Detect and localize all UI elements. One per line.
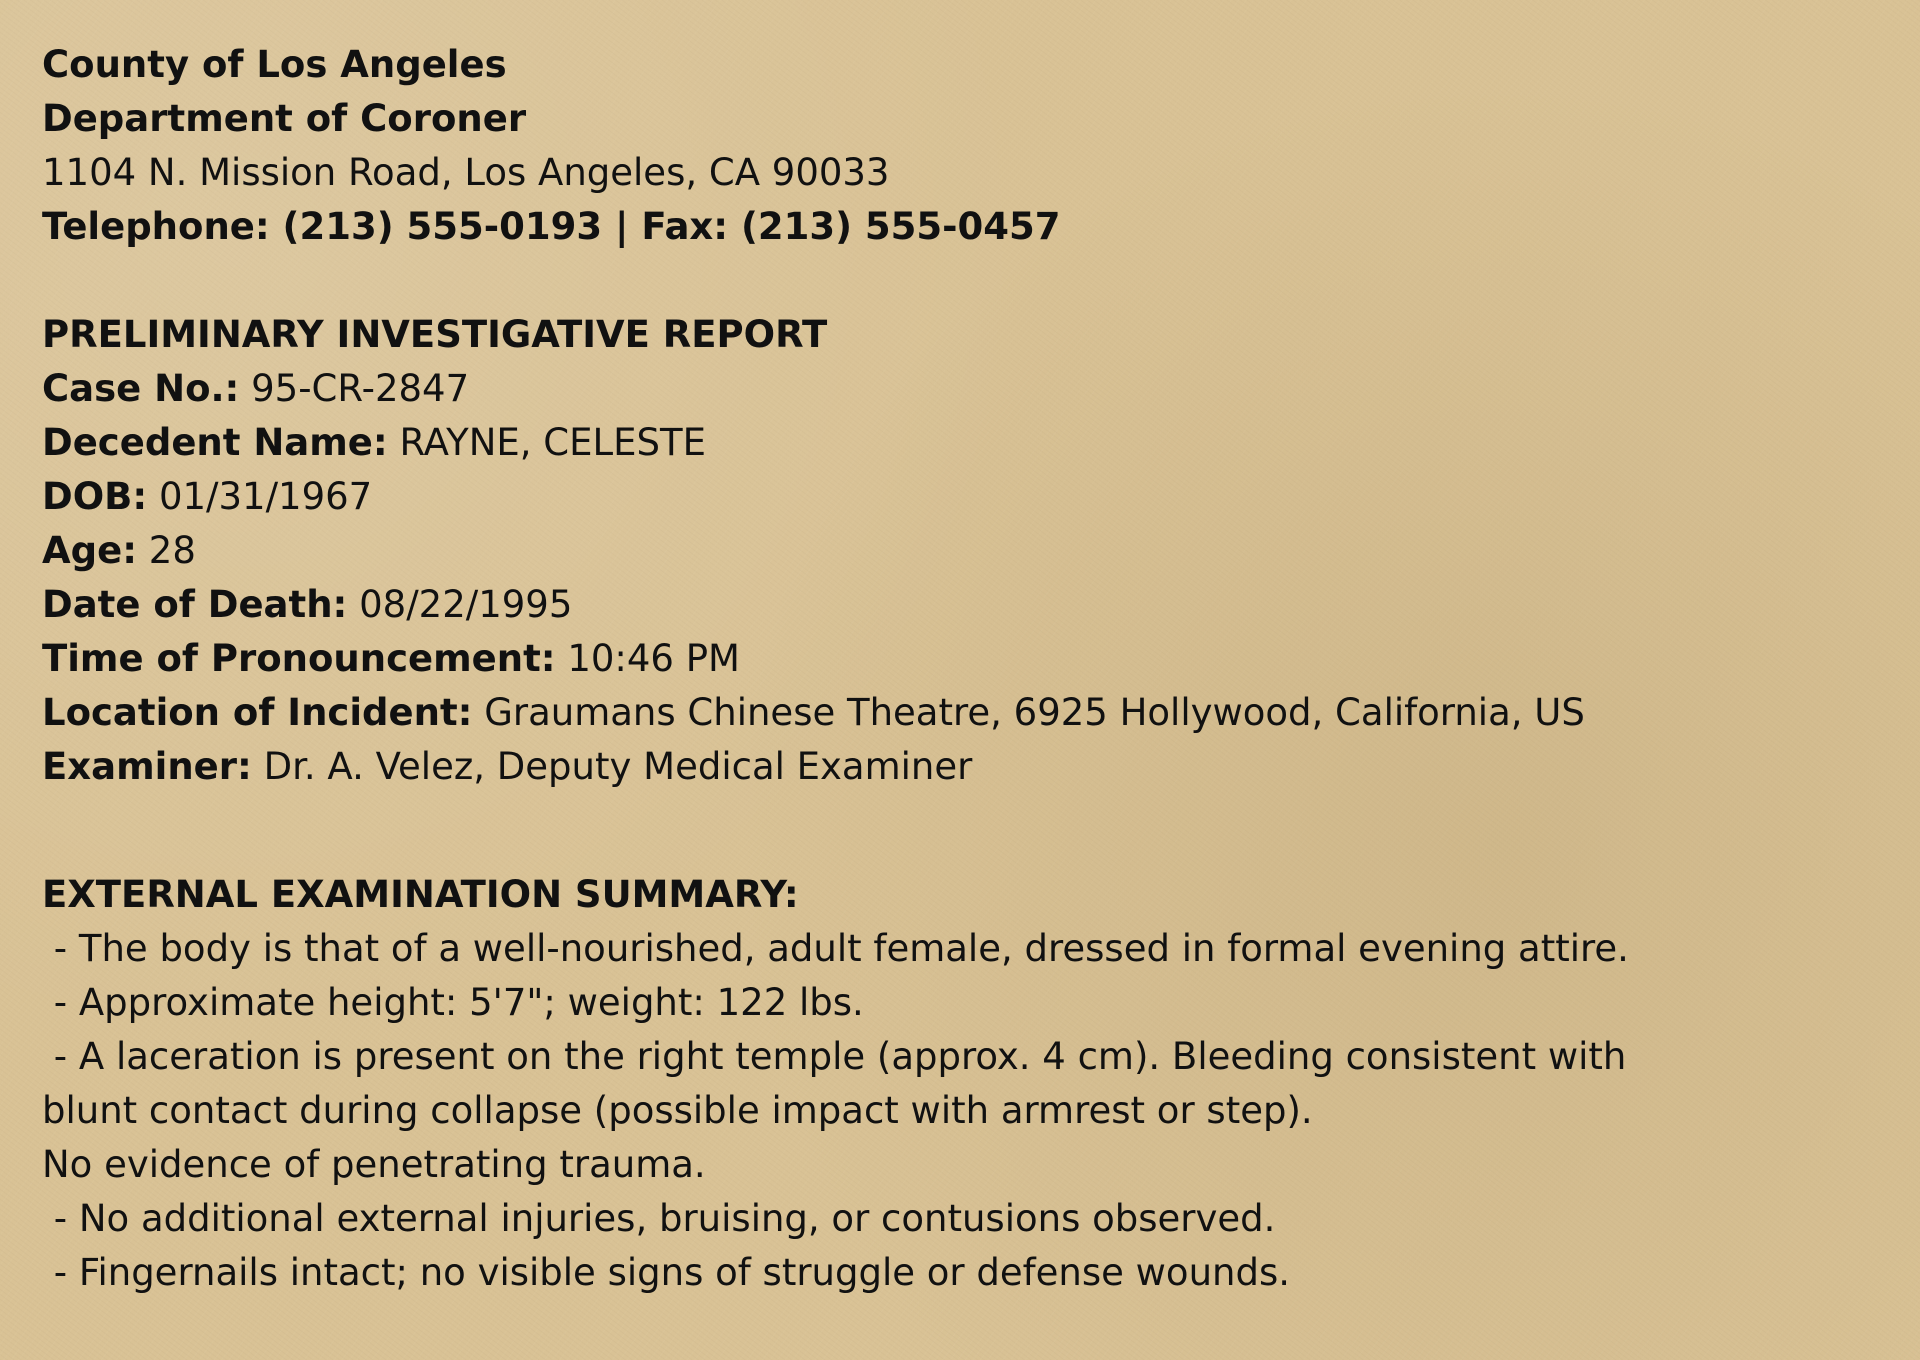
department-address: 1104 N. Mission Road, Los Angeles, CA 90… <box>42 151 890 194</box>
field-label: Date of Death: <box>42 583 348 626</box>
summary-item: No evidence of penetrating trauma. <box>42 1143 706 1186</box>
field-decedent-name: Decedent Name: RAYNE, CELESTE <box>42 416 1872 470</box>
field-age: Age: 28 <box>42 524 1872 578</box>
field-dob: DOB: 01/31/1967 <box>42 470 1872 524</box>
field-label: DOB: <box>42 475 148 518</box>
field-label: Examiner: <box>42 745 252 788</box>
field-label: Time of Pronouncement: <box>42 637 556 680</box>
field-label: Case No.: <box>42 367 240 410</box>
summary-item: - No additional external injuries, bruis… <box>42 1197 1276 1240</box>
field-case-number: Case No.: 95-CR-2847 <box>42 362 1872 416</box>
field-examiner: Examiner: Dr. A. Velez, Deputy Medical E… <box>42 740 1872 794</box>
summary-item: - A laceration is present on the right t… <box>42 1035 1639 1132</box>
contact-info: Telephone: (213) 555-0193 | Fax: (213) 5… <box>42 205 1061 248</box>
summary-title: EXTERNAL EXAMINATION SUMMARY: <box>42 873 799 916</box>
field-location-of-incident: Location of Incident: Graumans Chinese T… <box>42 686 1872 740</box>
field-value: Dr. A. Velez, Deputy Medical Examiner <box>263 745 973 788</box>
report-title: PRELIMINARY INVESTIGATIVE REPORT <box>42 313 828 356</box>
field-time-of-pronouncement: Time of Pronouncement: 10:46 PM <box>42 632 1872 686</box>
field-date-of-death: Date of Death: 08/22/1995 <box>42 578 1872 632</box>
field-label: Decedent Name: <box>42 421 388 464</box>
field-value: RAYNE, CELESTE <box>399 421 706 464</box>
field-value: 10:46 PM <box>567 637 740 680</box>
department-name: Department of Coroner <box>42 97 527 140</box>
field-value: 28 <box>148 529 196 572</box>
field-value: 95-CR-2847 <box>251 367 470 410</box>
summary-item: - Fingernails intact; no visible signs o… <box>42 1251 1290 1294</box>
county-name: County of Los Angeles <box>42 43 507 86</box>
coroner-report-document: County of Los Angeles Department of Coro… <box>42 38 1872 1300</box>
summary-item: - The body is that of a well-nourished, … <box>42 927 1629 970</box>
field-value: 08/22/1995 <box>359 583 573 626</box>
summary-item: - Approximate height: 5'7"; weight: 122 … <box>42 981 864 1024</box>
field-value: Graumans Chinese Theatre, 6925 Hollywood… <box>484 691 1585 734</box>
field-label: Location of Incident: <box>42 691 473 734</box>
field-value: 01/31/1967 <box>158 475 373 518</box>
field-label: Age: <box>42 529 138 572</box>
